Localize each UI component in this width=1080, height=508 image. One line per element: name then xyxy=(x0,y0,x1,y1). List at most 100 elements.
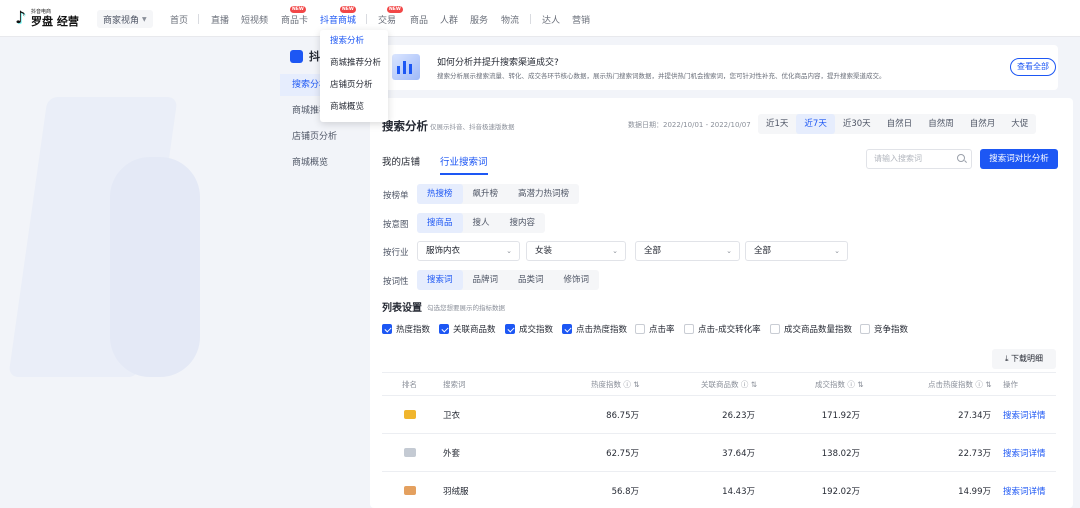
industry-select-4[interactable]: 全部 ⌄ xyxy=(745,241,848,261)
nav-live[interactable]: 直播 xyxy=(211,13,229,26)
checkbox-competition[interactable]: 竞争指数 xyxy=(860,323,908,335)
chevron-down-icon: ⌄ xyxy=(834,247,840,255)
nav-short-video[interactable]: 短视频 xyxy=(241,13,268,26)
industry-select-3[interactable]: 全部 ⌄ xyxy=(635,241,740,261)
checkbox-click-heat[interactable]: 点击热度指数 xyxy=(562,323,627,335)
chip-search-word[interactable]: 搜索词 xyxy=(417,270,463,290)
tab-my-shop[interactable]: 我的店铺 xyxy=(382,154,420,168)
checkbox-deal-index[interactable]: 成交指数 xyxy=(505,323,553,335)
new-badge: NEW xyxy=(290,6,306,13)
compass-logo[interactable]: ♪ ♪ 抖音电商 罗盘 经营 xyxy=(12,8,79,28)
nav-douyin-mall[interactable]: 抖音商城 xyxy=(320,13,356,26)
range-tab-natural-day[interactable]: 自然日 xyxy=(879,114,921,134)
nav-logistics[interactable]: 物流 xyxy=(501,13,519,26)
checkbox-icon xyxy=(684,324,694,334)
column-settings-title: 列表设置 xyxy=(382,303,422,314)
filter-label-intent: 按意图 xyxy=(383,220,409,230)
header-heat-index[interactable]: 热度指数 ⓘ ⇅ xyxy=(591,379,640,390)
checkbox-deal-goods-qty[interactable]: 成交商品数量指数 xyxy=(770,323,852,335)
header-label: 成交指数 xyxy=(815,380,845,389)
checkbox-click-rate[interactable]: 点击率 xyxy=(635,323,675,335)
search-word-input[interactable]: 请输入搜索词 xyxy=(866,149,972,169)
cell-search-word: 卫衣 xyxy=(443,411,461,421)
range-tab-natural-week[interactable]: 自然周 xyxy=(920,114,962,134)
sidebar-item-shop-page[interactable]: 店铺页分析 xyxy=(280,126,370,148)
nav-marketing[interactable]: 营销 xyxy=(572,13,590,26)
chip-search-goods[interactable]: 搜商品 xyxy=(417,213,463,233)
chip-search-content[interactable]: 搜内容 xyxy=(500,213,546,233)
sidebar-item-mall-overview[interactable]: 商城概览 xyxy=(280,152,370,174)
compare-search-words-button[interactable]: 搜索词对比分析 xyxy=(980,149,1058,169)
range-tab-natural-month[interactable]: 自然月 xyxy=(962,114,1004,134)
info-icon: ⓘ ⇅ xyxy=(845,380,864,389)
chart-illustration-icon xyxy=(392,54,420,80)
view-all-button[interactable]: 查看全部 xyxy=(1010,58,1056,76)
select-value: 全部 xyxy=(754,246,772,256)
word-type-chip-group: 搜索词 品牌词 品类词 修饰词 xyxy=(417,270,600,290)
range-tab-1d[interactable]: 近1天 xyxy=(758,114,796,134)
table-divider xyxy=(382,433,1056,434)
nav-goods[interactable]: 商品 xyxy=(410,13,428,26)
select-value: 女装 xyxy=(535,246,553,256)
background-decoration xyxy=(0,37,290,508)
tab-industry-search-words[interactable]: 行业搜索词 xyxy=(440,154,488,168)
cell-click-heat: 22.73万 xyxy=(958,449,991,459)
checkbox-label: 点击-成交转化率 xyxy=(698,325,761,335)
chip-hot-search[interactable]: 热搜榜 xyxy=(417,184,463,204)
chip-high-potential[interactable]: 高潜力热词榜 xyxy=(508,184,579,204)
chip-category-word[interactable]: 品类词 xyxy=(508,270,554,290)
nav-home[interactable]: 首页 xyxy=(170,13,188,26)
header-deal-index[interactable]: 成交指数 ⓘ ⇅ xyxy=(815,379,864,390)
search-word-detail-link[interactable]: 搜索词详情 xyxy=(1003,485,1046,497)
dropdown-item-search-analysis[interactable]: 搜索分析 xyxy=(320,30,388,52)
tip-banner: 如何分析并提升搜索渠道成交? 搜索分析展示搜索流量、转化、成交各环节核心数据，展… xyxy=(382,45,1058,90)
select-value: 全部 xyxy=(644,246,662,256)
header-label: 关联商品数 xyxy=(701,380,739,389)
cell-click-heat: 27.34万 xyxy=(958,411,991,421)
checkbox-related-goods[interactable]: 关联商品数 xyxy=(439,323,496,335)
chip-modifier-word[interactable]: 修饰词 xyxy=(554,270,600,290)
range-tab-30d[interactable]: 近30天 xyxy=(835,114,879,134)
cell-goods: 14.43万 xyxy=(722,487,755,497)
dropdown-item-mall-overview[interactable]: 商城概览 xyxy=(320,96,388,118)
logo-subtitle: 抖音电商 xyxy=(31,8,52,15)
header-label: 热度指数 xyxy=(591,380,621,389)
dropdown-item-shop-page[interactable]: 店铺页分析 xyxy=(320,74,388,96)
nav-audience[interactable]: 人群 xyxy=(440,13,458,26)
nav-product-card[interactable]: 商品卡 xyxy=(281,13,308,26)
page-subtitle: 仅展示抖音、抖音极速版数据 xyxy=(430,123,515,131)
nav-service[interactable]: 服务 xyxy=(470,13,488,26)
nav-influencer[interactable]: 达人 xyxy=(542,13,560,26)
industry-select-2[interactable]: 女装 ⌄ xyxy=(526,241,626,261)
nav-trade[interactable]: 交易 xyxy=(378,13,396,26)
sidebar-title: 抖 xyxy=(309,50,320,63)
banner-title: 如何分析并提升搜索渠道成交? xyxy=(437,58,559,68)
cell-heat: 56.8万 xyxy=(611,487,639,497)
chevron-down-icon: ⌄ xyxy=(506,247,512,255)
cell-deal: 171.92万 xyxy=(821,411,860,421)
industry-select-1[interactable]: 服饰内衣 ⌄ xyxy=(417,241,520,261)
chip-rising[interactable]: 飙升榜 xyxy=(463,184,509,204)
chip-brand-word[interactable]: 品牌词 xyxy=(463,270,509,290)
info-icon: ⓘ ⇅ xyxy=(973,380,992,389)
download-label: 下载明细 xyxy=(1011,354,1044,363)
header-related-goods[interactable]: 关联商品数 ⓘ ⇅ xyxy=(701,379,757,390)
range-tab-7d[interactable]: 近7天 xyxy=(796,114,835,134)
checkbox-label: 成交指数 xyxy=(519,325,554,335)
header-label: 点击热度指数 xyxy=(928,380,973,389)
merchant-view-select[interactable]: 商家视角 ▼ xyxy=(97,10,153,28)
intent-chip-group: 搜商品 搜人 搜内容 xyxy=(417,213,546,233)
checkbox-click-deal-rate[interactable]: 点击-成交转化率 xyxy=(684,323,761,335)
checkbox-heat-index[interactable]: 热度指数 xyxy=(382,323,430,335)
filter-label-word-type: 按词性 xyxy=(383,277,409,287)
search-word-detail-link[interactable]: 搜索词详情 xyxy=(1003,409,1046,421)
range-tab-promotion[interactable]: 大促 xyxy=(1003,114,1036,134)
header-click-heat[interactable]: 点击热度指数 ⓘ ⇅ xyxy=(928,379,992,390)
chevron-down-icon: ▼ xyxy=(142,15,147,23)
active-tab-indicator xyxy=(440,173,488,175)
cell-goods: 26.23万 xyxy=(722,411,755,421)
download-details-button[interactable]: ⤓ 下载明细 xyxy=(992,349,1056,369)
dropdown-item-mall-recommend[interactable]: 商城推荐分析 xyxy=(320,52,388,74)
search-word-detail-link[interactable]: 搜索词详情 xyxy=(1003,447,1046,459)
chip-search-people[interactable]: 搜人 xyxy=(463,213,500,233)
